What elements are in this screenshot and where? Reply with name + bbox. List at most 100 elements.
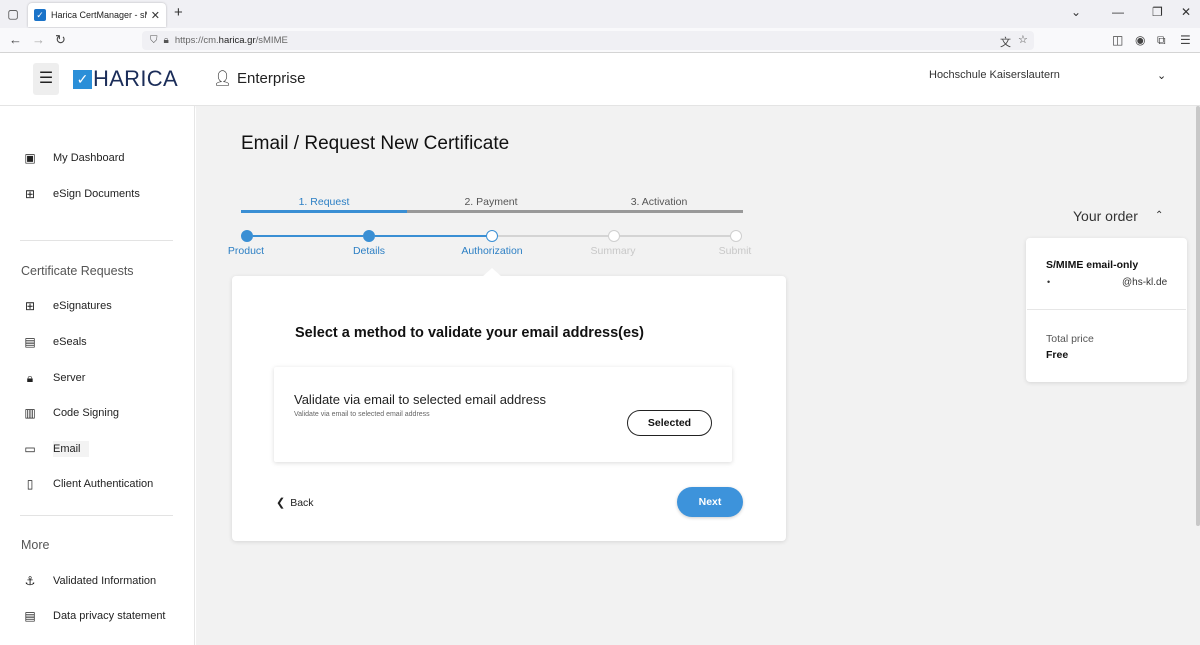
- sidebar-item-eseals[interactable]: ▤ eSeals: [22, 332, 87, 352]
- extensions-icon[interactable]: ⧉: [1157, 33, 1166, 48]
- back-arrow-icon[interactable]: ←: [9, 32, 22, 48]
- enterprise-label: Enterprise: [237, 69, 306, 87]
- order-divider: [1027, 309, 1186, 310]
- substep-summary-dot: [608, 230, 620, 242]
- tab-list-icon[interactable]: ▢: [4, 5, 22, 23]
- substep-product-dot: [241, 230, 253, 242]
- logo-check-icon: ✓: [73, 69, 92, 89]
- esign-icon: ⊞: [24, 187, 36, 201]
- restore-icon[interactable]: ❐: [1152, 5, 1163, 19]
- order-email: @hs-kl.de: [1122, 277, 1168, 288]
- sidebar-item-label: Email: [53, 441, 89, 457]
- account-icon[interactable]: ◉: [1135, 33, 1145, 47]
- sidebar-item-label: Server: [53, 372, 86, 384]
- url-text: https://cm.harica.gr/sMIME: [174, 35, 288, 46]
- id-card-icon: ▤: [24, 609, 36, 623]
- step-progress-bar-inactive: [407, 210, 743, 213]
- anchor-icon: ⚓︎: [24, 574, 36, 588]
- card-pointer: [482, 268, 502, 277]
- enterprise-section[interactable]: 👤︎ Enterprise: [213, 69, 306, 88]
- institution-name[interactable]: Hochschule Kaiserslautern: [929, 69, 1060, 81]
- email-card-icon: ▭: [24, 442, 36, 456]
- user-shield-icon: 👤︎: [213, 70, 233, 87]
- app-header: ☰ ✓ HARICA 👤︎ Enterprise Hochschule Kais…: [0, 53, 1200, 106]
- sidebar-item-label: My Dashboard: [53, 152, 125, 164]
- back-button[interactable]: ❮ Back: [276, 496, 314, 510]
- total-price-value: Free: [1046, 349, 1069, 361]
- minimize-icon[interactable]: —: [1112, 5, 1124, 19]
- brand-name: HARICA: [93, 66, 178, 91]
- sidebar-item-code-signing[interactable]: ▥ Code Signing: [22, 403, 119, 423]
- substep-connector: [375, 235, 486, 237]
- back-label: Back: [290, 496, 314, 509]
- badge-icon: ▯: [26, 477, 34, 491]
- reload-icon[interactable]: ↻: [55, 32, 66, 48]
- sidebar-item-my-dashboard[interactable]: ▣ My Dashboard: [22, 148, 125, 168]
- institution-dropdown-icon[interactable]: ⌄: [1157, 69, 1166, 82]
- browser-tab-bar: ▢ ✓ Harica CertManager - sMIME ✕ + ⌄ — ❐…: [0, 0, 1200, 28]
- substep-connector: [498, 235, 608, 237]
- substep-details-label: Details: [352, 245, 386, 257]
- sidebar-item-esign-documents[interactable]: ⊞ eSign Documents: [22, 184, 140, 204]
- substep-submit-dot: [730, 230, 742, 242]
- page-scrollbar[interactable]: [1196, 106, 1200, 526]
- sidebar-item-label: Code Signing: [53, 407, 120, 419]
- sidebar-item-email[interactable]: ▭ Email: [22, 439, 89, 459]
- sidebar-item-validated-information[interactable]: ⚓︎ Validated Information: [22, 571, 157, 591]
- next-button[interactable]: Next: [677, 487, 743, 517]
- total-price-label: Total price: [1046, 333, 1094, 345]
- substep-authorization-dot: [486, 230, 498, 242]
- substep-summary-label: Summary: [590, 245, 636, 257]
- eseal-icon: ▤: [24, 335, 36, 349]
- dashboard-icon: ▣: [24, 151, 36, 165]
- sidebar-heading-more: More: [21, 538, 50, 552]
- translate-icon[interactable]: 文: [1000, 34, 1011, 50]
- code-icon: ▥: [24, 406, 36, 420]
- selected-button[interactable]: Selected: [627, 410, 712, 436]
- hamburger-menu-icon[interactable]: ☰: [33, 63, 59, 95]
- forward-arrow-icon[interactable]: →: [32, 32, 45, 48]
- sidebar-item-esignatures[interactable]: ⊞ eSignatures: [22, 296, 112, 316]
- chevron-left-icon: ❮: [276, 497, 286, 509]
- chevron-up-icon[interactable]: ⌃: [1155, 210, 1163, 221]
- sidebar-item-label: Client Authentication: [53, 478, 154, 490]
- sidebar-item-label: eSeals: [53, 336, 87, 348]
- sidebar-item-data-privacy-statement[interactable]: ▤ Data privacy statement: [22, 606, 166, 626]
- sidebar-divider: [20, 515, 173, 516]
- shield-icon: ⛉: [150, 35, 158, 46]
- sidebar-divider: [20, 240, 173, 241]
- star-icon[interactable]: ☆: [1018, 33, 1028, 46]
- sidebar-item-server[interactable]: 🔒︎ Server: [22, 368, 86, 388]
- method-title: Validate via email to selected email add…: [294, 392, 546, 407]
- close-window-icon[interactable]: ✕: [1181, 5, 1191, 19]
- sidebar-item-label: Data privacy statement: [53, 610, 166, 622]
- your-order-heading[interactable]: Your order: [1073, 208, 1138, 224]
- harica-favicon-icon: ✓: [34, 9, 46, 21]
- substep-connector: [620, 235, 730, 237]
- chevron-down-icon[interactable]: ⌄: [1071, 5, 1081, 19]
- substep-authorization-label: Authorization: [461, 245, 523, 257]
- lock-icon: 🔒︎: [26, 370, 34, 385]
- close-tab-icon[interactable]: ✕: [151, 9, 160, 22]
- menu-icon[interactable]: ☰: [1180, 33, 1191, 47]
- harica-logo[interactable]: ✓ HARICA: [73, 66, 178, 91]
- browser-nav-bar: ← → ↻ ⛉ 🔒︎ https://cm.harica.gr/sMIME 文 …: [0, 28, 1200, 53]
- sidebar-heading-certificate-requests: Certificate Requests: [21, 264, 134, 278]
- esignature-icon: ⊞: [24, 299, 36, 313]
- substep-details-dot: [363, 230, 375, 242]
- sidebar-item-client-authentication[interactable]: ▯ Client Authentication: [22, 474, 154, 494]
- method-subtitle: Validate via email to selected email add…: [294, 411, 430, 418]
- sidebar-item-label: Validated Information: [53, 575, 157, 587]
- step-request: 1. Request: [298, 196, 350, 208]
- new-tab-icon[interactable]: +: [174, 5, 183, 21]
- pocket-icon[interactable]: ◫: [1112, 33, 1123, 47]
- substep-product-label: Product: [227, 245, 265, 257]
- step-progress-bar-active: [241, 210, 407, 213]
- sidebar-item-label: eSignatures: [53, 300, 112, 312]
- step-payment: 2. Payment: [464, 196, 518, 208]
- lock-icon: 🔒︎: [163, 35, 169, 46]
- substep-connector: [253, 235, 363, 237]
- page-title: Email / Request New Certificate: [241, 133, 510, 154]
- browser-tab[interactable]: ✓ Harica CertManager - sMIME ✕: [28, 3, 166, 27]
- url-bar[interactable]: ⛉ 🔒︎ https://cm.harica.gr/sMIME 文 ☆: [142, 31, 1034, 50]
